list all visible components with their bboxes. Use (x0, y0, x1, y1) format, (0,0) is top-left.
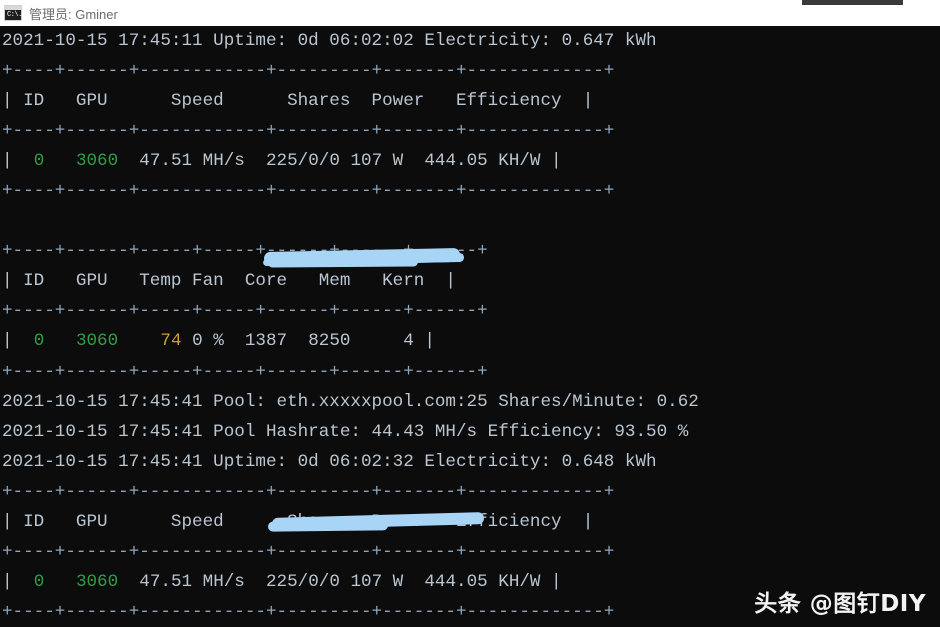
line-text: +----+------+------------+---------+----… (2, 181, 615, 202)
line-text: +----+------+------------+---------+----… (2, 601, 615, 622)
line-segment (118, 331, 160, 351)
rule-speed-bot-1: +----+------+------------+---------+----… (2, 176, 940, 206)
blank-1 (2, 206, 940, 236)
watermark: 头条 @图钉DIY (754, 591, 926, 617)
line-segment: 47.51 MH/s 225/0/0 107 W 444.05 KH/W | (118, 151, 562, 172)
rule-temp-top-1: +----+------+-----+-----+------+------+-… (2, 236, 940, 266)
cmd-console-icon: C:\. (4, 5, 22, 21)
rule-speed-mid-2: +----+------+------------+---------+----… (2, 537, 940, 567)
line-segment: 0 % 1387 8250 4 | (181, 331, 435, 352)
line-text: 2021-10-15 17:45:41 Pool Hashrate: 44.43… (2, 421, 689, 442)
line-text: | ID GPU Temp Fan Core Mem Kern | (2, 271, 456, 292)
line-segment (44, 331, 76, 351)
line-pool-1: 2021-10-15 17:45:41 Pool: eth.xxxxxpool.… (2, 387, 940, 417)
line-text: +----+------+------------+---------+----… (2, 481, 615, 502)
cmd-icon-glyph: C:\. (7, 11, 22, 19)
line-segment: 0 (33, 571, 45, 592)
line-text: | ID GPU Speed Shares Power Efficiency | (2, 511, 594, 532)
line-text: +----+------+-----+-----+------+------+-… (2, 241, 488, 262)
line-text (2, 211, 13, 231)
line-text: +----+------+-----+-----+------+------+-… (2, 361, 488, 382)
row-temp-1: | 0 3060 74 0 % 1387 8250 4 | (2, 326, 940, 356)
line-uptime-1: 2021-10-15 17:45:11 Uptime: 0d 06:02:02 … (2, 26, 940, 56)
line-segment (44, 151, 76, 171)
line-segment: 3060 (75, 571, 119, 592)
line-segment: 0 (33, 151, 45, 172)
header-speed-2: | ID GPU Speed Shares Power Efficiency | (2, 507, 940, 537)
line-uptime-2: 2021-10-15 17:45:41 Uptime: 0d 06:02:32 … (2, 447, 940, 477)
rule-temp-bot-1: +----+------+-----+-----+------+------+-… (2, 357, 940, 387)
rule-temp-mid-1: +----+------+-----+-----+------+------+-… (2, 296, 940, 326)
rule-speed-top-2: +----+------+------------+---------+----… (2, 477, 940, 507)
line-segment: | (2, 151, 34, 172)
line-segment (44, 572, 76, 592)
line-text: +----+------+------------+---------+----… (2, 121, 615, 142)
window-control-bar[interactable] (802, 0, 903, 5)
line-segment: | (2, 571, 34, 592)
line-text: 2021-10-15 17:45:41 Uptime: 0d 06:02:32 … (2, 451, 657, 472)
line-text: +----+------+------------+---------+----… (2, 541, 615, 562)
line-segment: | (2, 331, 34, 352)
rule-speed-mid-1: +----+------+------------+---------+----… (2, 116, 940, 146)
window-controls[interactable] (780, 0, 940, 26)
window-title: 管理员: Gminer (29, 6, 118, 22)
rule-speed-top-1: +----+------+------------+---------+----… (2, 56, 940, 86)
line-segment: 3060 (75, 331, 119, 352)
line-segment: 0 (33, 331, 45, 352)
terminal-output[interactable]: 2021-10-15 17:45:11 Uptime: 0d 06:02:02 … (0, 26, 940, 627)
line-text: +----+------+------------+---------+----… (2, 61, 615, 82)
gminer-console-window: C:\. 管理员: Gminer 2021-10-15 17:45:11 Upt… (0, 0, 940, 627)
window-titlebar: C:\. 管理员: Gminer (0, 0, 940, 26)
line-segment: 3060 (75, 151, 119, 172)
header-temp-1: | ID GPU Temp Fan Core Mem Kern | (2, 266, 940, 296)
line-text: 2021-10-15 17:45:11 Uptime: 0d 06:02:02 … (2, 31, 657, 51)
line-segment: 47.51 MH/s 225/0/0 107 W 444.05 KH/W | (118, 571, 562, 592)
header-speed-1: | ID GPU Speed Shares Power Efficiency | (2, 86, 940, 116)
line-pool-hashrate-1: 2021-10-15 17:45:41 Pool Hashrate: 44.43… (2, 417, 940, 447)
line-text: +----+------+-----+-----+------+------+-… (2, 301, 488, 322)
row-speed-1: | 0 3060 47.51 MH/s 225/0/0 107 W 444.05… (2, 146, 940, 176)
line-segment: 74 (160, 331, 182, 352)
line-text: 2021-10-15 17:45:41 Pool: eth.xxxxxpool.… (2, 391, 699, 412)
line-text: | ID GPU Speed Shares Power Efficiency | (2, 91, 594, 112)
